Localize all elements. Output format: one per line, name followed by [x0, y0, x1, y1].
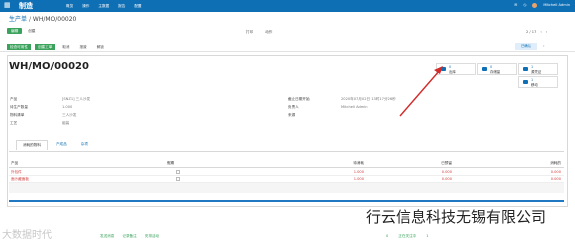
col-product[interactable]: 产品 [11, 161, 18, 166]
row-to-consume: 1.000 [353, 170, 364, 174]
field-value-quantity: 1.000 [62, 105, 73, 109]
field-value-routing: 组装 [62, 121, 70, 125]
field-label-deadline: 截止日期开始 [288, 97, 310, 101]
send-message-button[interactable]: 发送消息 [100, 234, 114, 239]
row-consumed: 0.000 [550, 177, 561, 181]
field-label-bom: 物料清单 [10, 113, 25, 117]
chatter-actions: 发送消息 记录备注 安排活动 [100, 234, 159, 239]
tab-finished-products[interactable]: 产成品 [50, 140, 73, 150]
tab-consumed-materials[interactable]: 消耗的物料 [16, 140, 48, 150]
field-value-product: [SNZ1] 三人沙发 [62, 97, 91, 101]
notebook-tabs: 消耗的物料 产成品 杂项 [16, 140, 94, 150]
table-header: 产品 假期 待消耗 已预留 消耗的 [9, 159, 564, 168]
field-label-quantity: 待生产数量 [10, 105, 28, 109]
field-label-product: 产品 [10, 97, 18, 101]
col-reserved[interactable]: 已预留 [441, 161, 452, 166]
row-product[interactable]: 外包件 [11, 170, 22, 175]
row-reserved: 0.000 [441, 177, 452, 181]
schedule-activity-button[interactable]: 安排活动 [145, 234, 159, 239]
watermark-company: 行云信息科技无锡有限公司 [366, 208, 547, 226]
col-to-consume[interactable]: 待消耗 [353, 161, 364, 166]
row-to-consume: 1.000 [353, 177, 364, 181]
row-reserved: 0.000 [441, 170, 452, 174]
followers-bar: 0 正在关注中 1 [386, 234, 429, 239]
col-holiday[interactable]: 假期 [167, 161, 174, 166]
watermark-logo: 大数据时代 [2, 230, 52, 241]
field-value-responsible: Mitchell Admin [341, 105, 368, 109]
tab-divider [9, 151, 564, 152]
field-label-responsible: 负责人 [288, 105, 299, 109]
tab-misc[interactable]: 杂项 [75, 140, 94, 150]
field-value-deadline: 2020年07月02日 13时17分26秒 [341, 97, 396, 101]
row-checkbox[interactable] [176, 170, 180, 174]
table-row[interactable]: 面沙藏面板 1.000 0.000 0.000 [9, 176, 564, 183]
field-label-routing: 工艺 [10, 121, 18, 125]
log-note-button[interactable]: 记录备注 [122, 234, 136, 239]
col-consumed[interactable]: 消耗的 [550, 161, 561, 166]
table-footer [9, 183, 564, 193]
row-checkbox[interactable] [176, 177, 180, 181]
following-button[interactable]: 正在关注中 [398, 234, 416, 239]
attachment-count[interactable]: 0 [386, 234, 388, 239]
table-row[interactable]: 外包件 1.000 0.000 0.000 [9, 169, 564, 176]
follower-count[interactable]: 1 [426, 234, 428, 239]
field-label-source: 来源 [288, 113, 296, 117]
field-value-bom: 三人沙发 [62, 113, 77, 117]
row-product[interactable]: 面沙藏面板 [11, 177, 29, 182]
row-consumed: 0.000 [550, 170, 561, 174]
progress-bar [9, 200, 564, 202]
